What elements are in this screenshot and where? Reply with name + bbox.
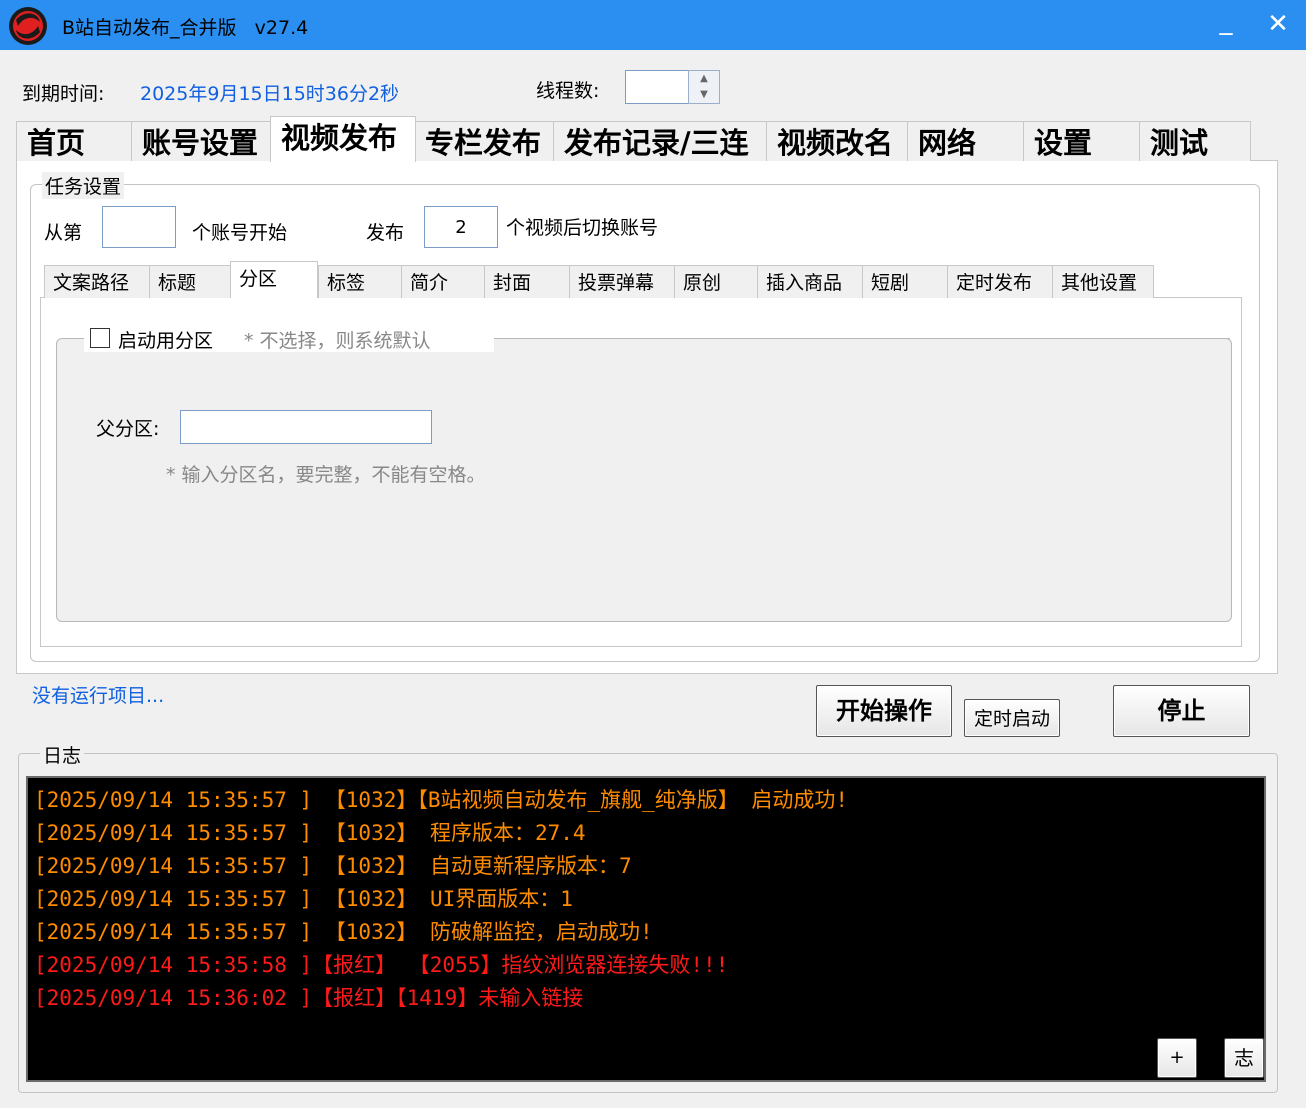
- videos-per-account-input[interactable]: [424, 206, 498, 248]
- threads-spinner[interactable]: ▲ ▼: [688, 70, 720, 104]
- log-line: [2025/09/14 15:35:57 ] 【1032】【B站视频自动发布_旗…: [34, 788, 849, 812]
- expiry-value: 2025年9月15日15时36分2秒: [140, 83, 400, 105]
- tab-home[interactable]: 首页: [16, 121, 132, 161]
- log-group-title: 日志: [40, 741, 85, 768]
- log-line: [2025/09/14 15:36:02 ]【报红】【1419】未输入链接: [34, 986, 584, 1010]
- tab-publish-records[interactable]: 发布记录/三连: [553, 121, 767, 161]
- sub-tab-bar: 文案路径 标题 分区 标签 简介 封面 投票弹幕 原创 插入商品 短剧 定时发布…: [44, 261, 1154, 298]
- tab-account-settings[interactable]: 账号设置: [131, 121, 271, 161]
- enable-partition-label[interactable]: 启动用分区: [118, 326, 213, 353]
- stop-button[interactable]: 停止: [1113, 685, 1250, 737]
- subtab-insert-product[interactable]: 插入商品: [757, 265, 863, 298]
- threads-input[interactable]: [625, 70, 689, 104]
- log-line: [2025/09/14 15:35:57 ] 【1032】 自动更新程序版本：7: [34, 854, 632, 878]
- enable-partition-hint: * 不选择，则系统默认: [244, 330, 431, 352]
- from-suffix-label: 个账号开始: [192, 222, 288, 244]
- publish-suffix-label: 个视频后切换账号: [506, 217, 659, 239]
- log-line: [2025/09/14 15:35:57 ] 【1032】 UI界面版本：1: [34, 887, 573, 911]
- divider: [494, 338, 1230, 339]
- threads-label: 线程数:: [536, 80, 600, 102]
- subtab-intro[interactable]: 简介: [401, 265, 485, 298]
- subtab-vote-danmaku[interactable]: 投票弹幕: [569, 265, 675, 298]
- app-logo-icon: [9, 7, 47, 45]
- tab-network[interactable]: 网络: [907, 121, 1024, 161]
- start-button[interactable]: 开始操作: [816, 685, 952, 737]
- tab-video-publish[interactable]: 视频发布: [270, 116, 416, 162]
- log-view-button[interactable]: 志: [1224, 1038, 1264, 1078]
- log-expand-button[interactable]: +: [1157, 1038, 1197, 1078]
- log-line: [2025/09/14 15:35:57 ] 【1032】 程序版本：27.4: [34, 821, 586, 845]
- app-version: v27.4: [254, 17, 309, 39]
- subtab-short-drama[interactable]: 短剧: [862, 265, 948, 298]
- run-status-text: 没有运行项目...: [32, 685, 165, 707]
- main-tab-bar: 首页 账号设置 视频发布 专栏发布 发布记录/三连 视频改名 网络 设置 测试: [16, 116, 1280, 162]
- spin-up-icon[interactable]: ▲: [689, 71, 719, 87]
- subtab-original[interactable]: 原创: [674, 265, 758, 298]
- task-settings-title: 任务设置: [42, 172, 125, 199]
- subtab-tags[interactable]: 标签: [318, 265, 402, 298]
- parent-partition-hint: * 输入分区名，要完整，不能有空格。: [166, 464, 486, 486]
- log-line: [2025/09/14 15:35:57 ] 【1032】 防破解监控，启动成功…: [34, 920, 653, 944]
- subtab-scheduled-publish[interactable]: 定时发布: [947, 265, 1053, 298]
- tab-column-publish[interactable]: 专栏发布: [414, 121, 554, 161]
- subtab-partition[interactable]: 分区: [230, 261, 318, 298]
- app-name: B站自动发布_合并版: [62, 17, 237, 39]
- expiry-label: 到期时间:: [22, 83, 105, 105]
- window-title: B站自动发布_合并版 v27.4: [62, 13, 308, 40]
- scheduled-start-button[interactable]: 定时启动: [964, 699, 1060, 737]
- from-label: 从第: [44, 222, 83, 244]
- subtab-title[interactable]: 标题: [149, 265, 231, 298]
- log-output[interactable]: [2025/09/14 15:35:57 ] 【1032】【B站视频自动发布_旗…: [26, 776, 1266, 1082]
- parent-partition-label: 父分区:: [96, 418, 160, 440]
- subtab-other-settings[interactable]: 其他设置: [1052, 265, 1154, 298]
- minimize-button[interactable]: _: [1208, 6, 1244, 42]
- parent-partition-input[interactable]: [180, 410, 432, 444]
- subtab-cover[interactable]: 封面: [484, 265, 570, 298]
- start-account-input[interactable]: [102, 206, 176, 248]
- tab-test[interactable]: 测试: [1139, 121, 1251, 161]
- enable-partition-checkbox[interactable]: [90, 328, 110, 348]
- spin-down-icon[interactable]: ▼: [689, 87, 719, 103]
- subtab-copy-path[interactable]: 文案路径: [44, 265, 150, 298]
- publish-label: 发布: [366, 222, 405, 244]
- close-button[interactable]: ✕: [1260, 6, 1296, 42]
- tab-settings[interactable]: 设置: [1023, 121, 1140, 161]
- log-line: [2025/09/14 15:35:58 ]【报红】 【2055】指纹浏览器连接…: [34, 953, 729, 977]
- tab-video-rename[interactable]: 视频改名: [766, 121, 908, 161]
